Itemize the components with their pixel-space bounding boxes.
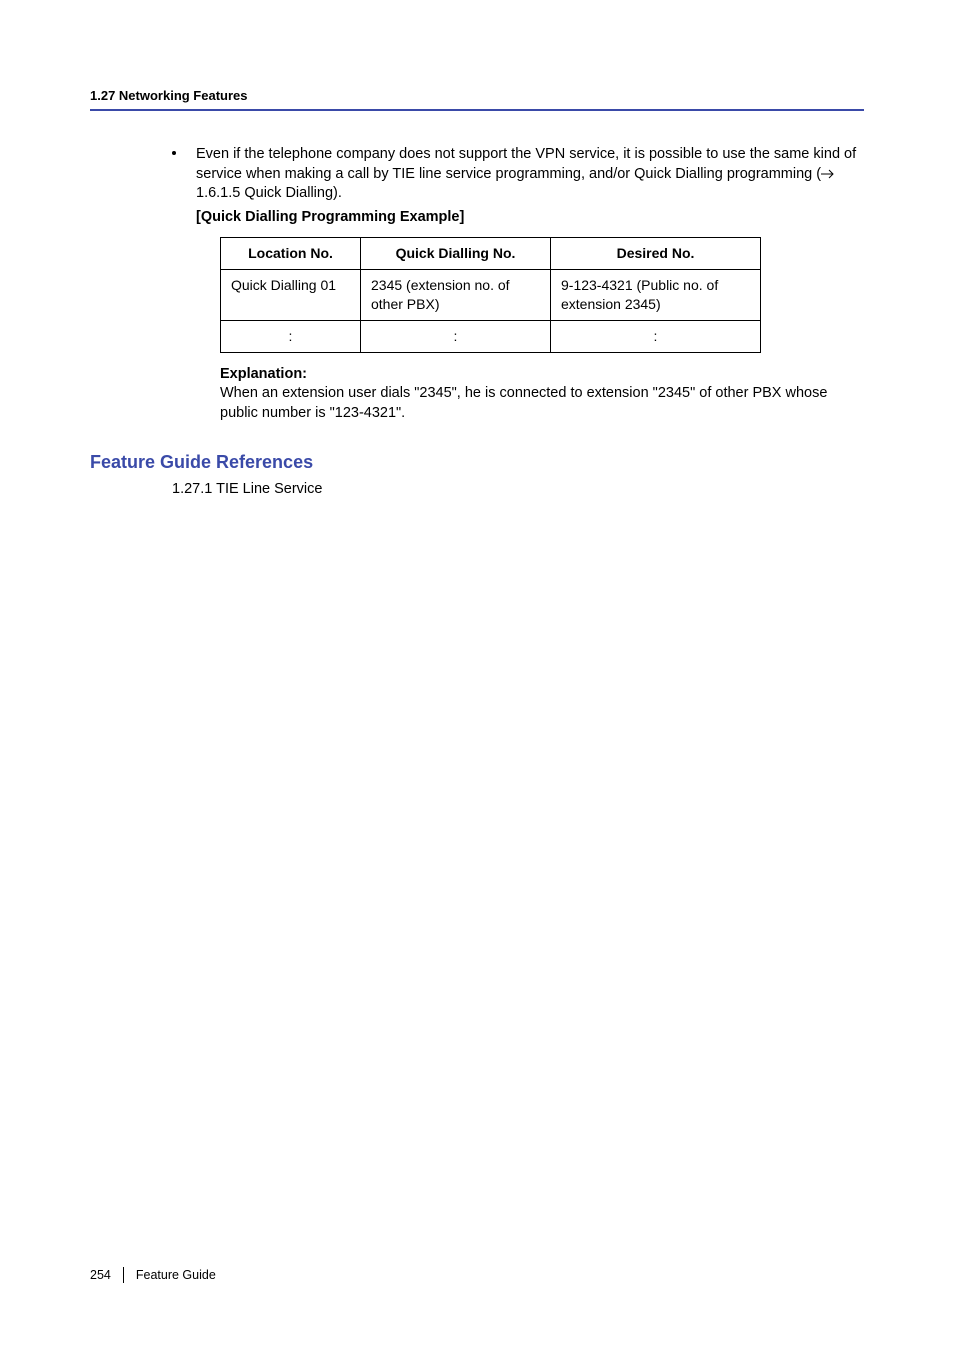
footer-divider-icon [123,1267,124,1283]
table-row: Quick Dialling 01 2345 (extension no. of… [221,270,761,321]
th-quick: Quick Dialling No. [361,238,551,270]
bullet-text-part1: Even if the telephone company does not s… [196,146,856,182]
example-subhead: [Quick Dialling Programming Example] [196,208,864,228]
table-header-row: Location No. Quick Dialling No. Desired … [221,238,761,270]
table-row: : : : [221,320,761,352]
page-footer: 254 Feature Guide [90,1267,216,1283]
cell-location: : [221,320,361,352]
reference-item: 1.27.1 TIE Line Service [172,481,864,497]
cell-quick: 2345 (extension no. of other PBX) [361,270,551,321]
cell-desired: : [551,320,761,352]
th-desired: Desired No. [551,238,761,270]
header-rule [90,109,864,111]
feature-guide-references-heading: Feature Guide References [90,452,864,473]
footer-label: Feature Guide [136,1268,216,1282]
cell-quick: : [361,320,551,352]
running-head: 1.27 Networking Features [90,88,864,103]
bullet-text-ref: 1.6.1.5 Quick Dialling). [196,185,342,201]
cell-desired: 9-123-4321 (Public no. of extension 2345… [551,270,761,321]
bullet-item: Even if the telephone company does not s… [172,145,864,424]
cell-location: Quick Dialling 01 [221,270,361,321]
arrow-right-icon [821,169,837,179]
explanation-body: When an extension user dials "2345", he … [220,384,864,423]
page-number: 254 [90,1268,111,1282]
quick-dialling-table: Location No. Quick Dialling No. Desired … [220,237,761,353]
bullet-dot-icon [172,145,178,424]
explanation-heading: Explanation: [220,365,864,385]
th-location: Location No. [221,238,361,270]
